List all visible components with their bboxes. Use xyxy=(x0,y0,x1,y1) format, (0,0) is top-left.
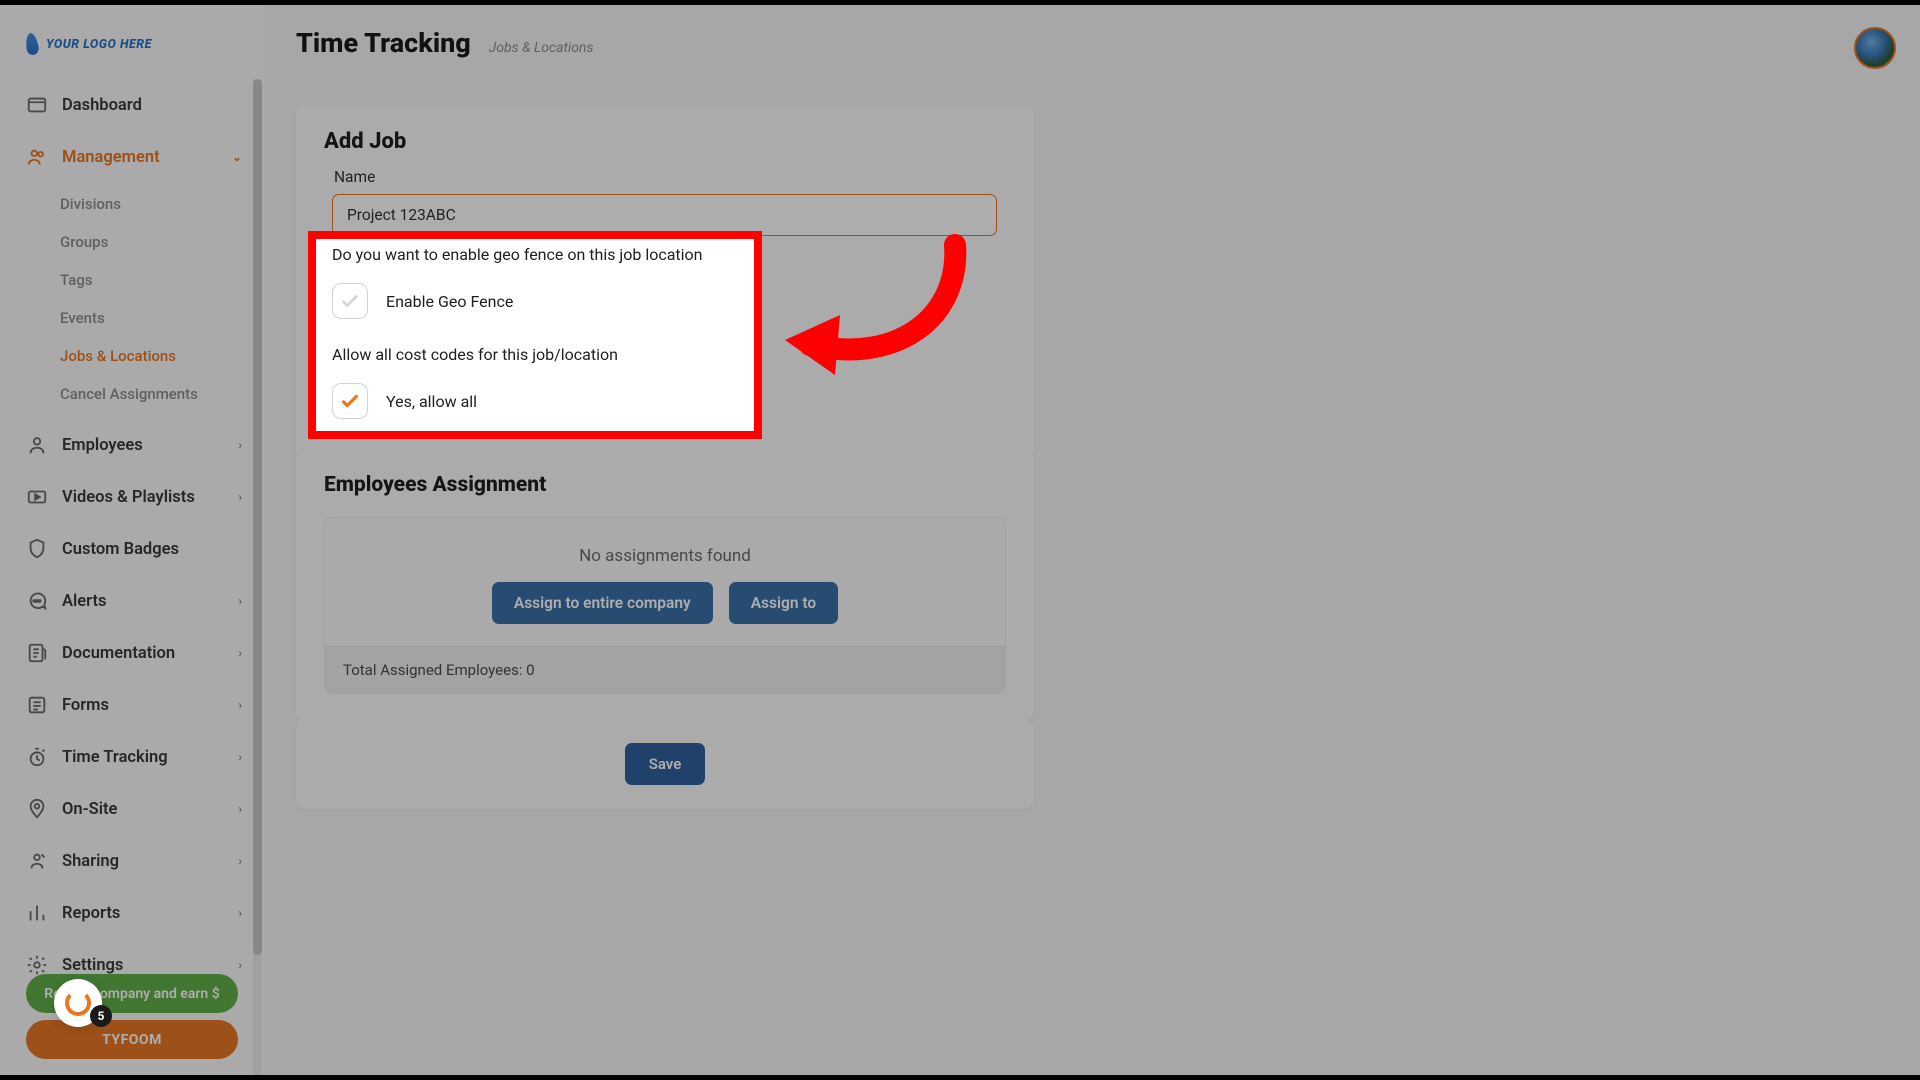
sidebar-label: Videos & Playlists xyxy=(62,488,195,507)
chevron-right-icon: › xyxy=(238,750,242,764)
geo-fence-checkbox-hl[interactable] xyxy=(332,283,368,319)
management-submenu: Divisions Groups Tags Events Jobs & Loca… xyxy=(0,183,264,419)
bars-icon xyxy=(26,902,48,924)
save-card: Save xyxy=(296,719,1034,809)
doc-icon xyxy=(26,642,48,664)
avatar[interactable] xyxy=(1854,27,1896,69)
pin-icon xyxy=(26,798,48,820)
dashboard-icon xyxy=(26,94,48,116)
chevron-right-icon: › xyxy=(238,854,242,868)
geo-fence-question-hl: Do you want to enable geo fence on this … xyxy=(332,245,703,264)
sidebar-label: Dashboard xyxy=(62,96,142,115)
assign-company-button[interactable]: Assign to entire company xyxy=(492,582,713,624)
chat-icon xyxy=(26,590,48,612)
sidebar-label: Custom Badges xyxy=(62,540,179,559)
subnav-cancel-assignments[interactable]: Cancel Assignments xyxy=(0,375,264,413)
sidebar-item-employees[interactable]: Employees › xyxy=(0,419,264,471)
add-job-heading: Add Job xyxy=(324,129,1006,154)
swirl-icon xyxy=(65,990,91,1016)
sidebar: YOUR LOGO HERE Dashboard Management ⌄ Di… xyxy=(0,5,264,1075)
assignment-heading: Employees Assignment xyxy=(324,473,1006,497)
job-name-input[interactable] xyxy=(332,194,997,236)
sidebar-item-alerts[interactable]: Alerts › xyxy=(0,575,264,627)
sidebar-label: Time Tracking xyxy=(62,748,168,767)
people-icon xyxy=(26,146,48,168)
sidebar-item-reports[interactable]: Reports › xyxy=(0,887,264,939)
sidebar-scroll: Dashboard Management ⌄ Divisions Groups … xyxy=(0,79,264,1075)
share-icon xyxy=(26,850,48,872)
breadcrumb: Jobs & Locations xyxy=(489,40,594,56)
sidebar-scrollbar[interactable] xyxy=(253,79,262,1075)
sidebar-item-time-tracking[interactable]: Time Tracking › xyxy=(0,731,264,783)
sidebar-item-documentation[interactable]: Documentation › xyxy=(0,627,264,679)
badge-icon xyxy=(26,538,48,560)
employees-assignment-card: Employees Assignment No assignments foun… xyxy=(296,449,1034,720)
gear-icon xyxy=(26,954,48,976)
sidebar-item-management[interactable]: Management ⌄ xyxy=(0,131,264,183)
chevron-down-icon: ⌄ xyxy=(232,150,242,164)
allow-all-label-hl: Yes, allow all xyxy=(386,392,477,411)
assign-to-button[interactable]: Assign to xyxy=(729,582,838,624)
sidebar-item-sharing[interactable]: Sharing › xyxy=(0,835,264,887)
chevron-right-icon: › xyxy=(238,490,242,504)
sidebar-label: Management xyxy=(62,148,160,167)
subnav-divisions[interactable]: Divisions xyxy=(0,185,264,223)
titlebar: Time Tracking Jobs & Locations xyxy=(296,27,594,59)
chevron-right-icon: › xyxy=(238,698,242,712)
sidebar-item-badges[interactable]: Custom Badges xyxy=(0,523,264,575)
page-title: Time Tracking xyxy=(296,27,471,59)
sidebar-item-forms[interactable]: Forms › xyxy=(0,679,264,731)
list-icon xyxy=(26,694,48,716)
subnav-jobs-locations[interactable]: Jobs & Locations xyxy=(0,337,264,375)
sidebar-item-dashboard[interactable]: Dashboard xyxy=(0,79,264,131)
sidebar-item-onsite[interactable]: On-Site › xyxy=(0,783,264,835)
geo-fence-label-hl: Enable Geo Fence xyxy=(386,292,513,311)
help-badge: 5 xyxy=(90,1005,112,1027)
subnav-tags[interactable]: Tags xyxy=(0,261,264,299)
play-icon xyxy=(26,486,48,508)
sidebar-label: Sharing xyxy=(62,852,119,871)
sidebar-item-videos[interactable]: Videos & Playlists › xyxy=(0,471,264,523)
chevron-right-icon: › xyxy=(238,802,242,816)
assignment-total: Total Assigned Employees: 0 xyxy=(325,646,1005,693)
sidebar-label: Settings xyxy=(62,956,123,975)
sidebar-label: Reports xyxy=(62,904,120,923)
name-label: Name xyxy=(334,168,1006,186)
allow-all-checkbox-hl[interactable] xyxy=(332,383,368,419)
flame-icon xyxy=(25,32,40,55)
save-button[interactable]: Save xyxy=(625,743,706,785)
highlight-fill: Do you want to enable geo fence on this … xyxy=(314,233,756,437)
subnav-events[interactable]: Events xyxy=(0,299,264,337)
chevron-right-icon: › xyxy=(238,958,242,972)
no-assignments-text: No assignments found xyxy=(325,546,1005,566)
cost-codes-question-hl: Allow all cost codes for this job/locati… xyxy=(332,345,618,364)
logo: YOUR LOGO HERE xyxy=(0,5,264,81)
stopwatch-icon xyxy=(26,746,48,768)
chevron-right-icon: › xyxy=(238,646,242,660)
sidebar-label: Employees xyxy=(62,436,143,455)
chevron-right-icon: › xyxy=(238,438,242,452)
sidebar-label: Alerts xyxy=(62,592,107,611)
chevron-right-icon: › xyxy=(238,906,242,920)
chevron-right-icon: › xyxy=(238,594,242,608)
tyfoom-button[interactable]: TYFOOM xyxy=(26,1020,238,1059)
assignment-box: No assignments found Assign to entire co… xyxy=(324,517,1006,694)
app-screen: YOUR LOGO HERE Dashboard Management ⌄ Di… xyxy=(0,5,1920,1075)
subnav-groups[interactable]: Groups xyxy=(0,223,264,261)
person-icon xyxy=(26,434,48,456)
sidebar-label: Forms xyxy=(62,696,109,715)
sidebar-label: On-Site xyxy=(62,800,117,819)
sidebar-label: Documentation xyxy=(62,644,175,663)
logo-text: YOUR LOGO HERE xyxy=(46,37,152,52)
